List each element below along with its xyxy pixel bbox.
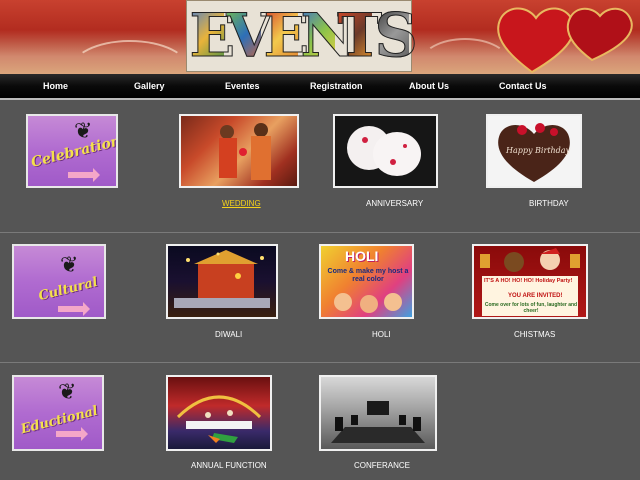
logo-letter: N [300, 1, 356, 71]
annual-function-image[interactable] [166, 375, 272, 451]
holi-title: HOLI [345, 248, 379, 264]
category-cultural[interactable]: ❦ Cultural [12, 244, 106, 319]
arrow-icon [68, 168, 100, 182]
wedding-image[interactable] [179, 114, 299, 188]
hearts-icon [497, 7, 633, 74]
leaf-ornament-icon: ❦ [60, 252, 79, 277]
row-divider [0, 232, 640, 233]
leaf-ornament-icon: ❦ [74, 118, 93, 143]
category-label: Cultural [37, 274, 100, 305]
category-eductional[interactable]: ❦ Eductional [12, 375, 104, 451]
leaf-ornament-icon: ❦ [58, 379, 77, 404]
logo-letter: V [226, 1, 274, 71]
row-divider [0, 362, 640, 363]
arrow-icon [58, 302, 90, 316]
nav-about-us[interactable]: About Us [409, 81, 449, 91]
caption-wedding[interactable]: WEDDING [222, 199, 261, 208]
annual-function-illustration [176, 395, 262, 443]
birthday-image[interactable]: Happy Birthday [486, 114, 582, 188]
nav-gallery[interactable]: Gallery [134, 81, 165, 91]
caption-holi: HOLI [372, 330, 391, 339]
anniversary-cake-illustration [347, 126, 421, 176]
nav-eventes[interactable]: Eventes [225, 81, 260, 91]
holi-subtitle: Come & make my host a real color [327, 268, 409, 283]
logo-letter: S [374, 1, 418, 71]
christmas-text-2: YOU ARE INVITED! [508, 293, 563, 299]
holi-image[interactable]: HOLI Come & make my host a real color [319, 244, 414, 319]
caption-annual-function: ANNUAL FUNCTION [191, 461, 267, 470]
anniversary-image[interactable] [333, 114, 438, 188]
logo-letter: T [337, 1, 383, 71]
caption-chistmas: CHISTMAS [514, 330, 556, 339]
main-nav: Home Gallery Eventes Registration About … [0, 74, 640, 100]
christmas-characters-illustration [480, 248, 580, 272]
logo-letter: E [263, 1, 310, 71]
wedding-illustration [219, 123, 271, 180]
nav-contact-us[interactable]: Contact Us [499, 81, 547, 91]
site-logo: E V E N T S [186, 0, 418, 72]
christmas-image[interactable]: IT'S A HO! HO! HO! Holiday Party! YOU AR… [472, 244, 588, 319]
caption-diwali: DIWALI [215, 330, 243, 339]
caption-birthday: BIRTHDAY [529, 199, 569, 208]
birthday-cake-text: Happy Birthday [506, 146, 571, 155]
arrow-icon [56, 427, 88, 441]
category-celebration[interactable]: ❦ Celebration [26, 114, 118, 188]
christmas-text-1: IT'S A HO! HO! HO! Holiday Party! [484, 278, 573, 284]
nav-home[interactable]: Home [43, 81, 68, 91]
nav-registration[interactable]: Registration [310, 81, 363, 91]
logo-letter: E [189, 1, 236, 71]
diwali-image[interactable] [166, 244, 278, 319]
conferance-image[interactable] [319, 375, 437, 451]
header-banner: E V E N T S [0, 0, 640, 74]
conference-room-illustration [331, 401, 425, 443]
holi-kids-illustration [334, 293, 402, 313]
caption-anniversary: ANNIVERSARY [366, 199, 424, 208]
diwali-illustration [174, 250, 270, 308]
caption-conferance: CONFERANCE [354, 461, 411, 470]
christmas-text-3: Come over for lots of fun, laughter and … [484, 302, 578, 314]
